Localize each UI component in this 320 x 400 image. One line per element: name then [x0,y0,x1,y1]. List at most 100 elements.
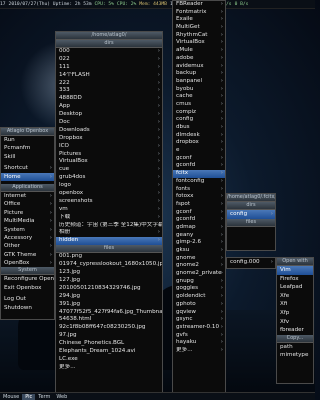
file-item[interactable]: 47077f52f5_427f94fa6.jpg_Thumbnail1.jpg [56,309,162,317]
directory-item[interactable]: cache [173,93,225,101]
directory-item[interactable]: gimp-2.6 [173,239,225,247]
directory-item[interactable]: gnome2 [173,262,225,270]
directory-item[interactable]: dlmdesk [173,132,225,140]
directory-item[interactable]: 000 [56,48,162,56]
directory-item[interactable]: cmus [173,101,225,109]
hidden-directories-item[interactable]: hidden [56,237,162,246]
directory-item[interactable]: 4888DD [56,95,162,103]
directory-item[interactable]: gphoto [173,301,225,309]
file-item[interactable]: 123.jpg [56,269,162,277]
directory-item[interactable]: 相册 [56,229,162,237]
directory-item[interactable]: Pictures [56,151,162,159]
file-item[interactable]: LC.exe [56,356,162,364]
directory-item[interactable]: Doc [56,119,162,127]
directory-item[interactable]: fcitx [173,170,225,178]
menu-item-skill[interactable]: Skill [1,153,54,161]
file-item[interactable]: 97.jpg [56,332,162,340]
menu-item-home[interactable]: Home [1,172,54,181]
directory-item[interactable]: MultiGet [173,24,225,32]
directory-item[interactable]: Desktop [56,111,162,119]
taskbar-item-mouse[interactable]: Mouse [0,394,22,400]
directory-item[interactable]: 历史频道：宇宙 (第三季 全12集)中文字幕 [56,222,162,230]
directory-item[interactable]: 下载 [56,214,162,222]
directory-item[interactable]: gnome [173,255,225,263]
directory-item[interactable]: gksu [173,247,225,255]
menu-item-picture[interactable]: Picture [1,209,54,217]
menu-item-exit-openbox[interactable]: Exit Openbox [1,284,54,292]
menu-item-run[interactable]: Run [1,136,54,144]
directory-item[interactable]: openbox [56,190,162,198]
file-item[interactable]: 001.png [56,253,162,261]
file-item[interactable]: 20100501210834329746.jpg [56,285,162,293]
open-with-xfi[interactable]: Xfi [277,300,313,309]
directory-item[interactable]: adobe [173,55,225,63]
directory-item[interactable]: RhythmCat [173,32,225,40]
file-item[interactable]: 391.jpg [56,301,162,309]
directory-item[interactable]: e [173,147,225,155]
directory-item[interactable]: grub4dos [56,174,162,182]
menu-item-pcmanfm[interactable]: Pcmanfm [1,144,54,152]
menu-item-openbox[interactable]: OpenBox [1,259,54,267]
menu-item-office[interactable]: Office [1,200,54,208]
directory-item[interactable]: dbus [173,124,225,132]
directory-item[interactable]: Dropbox [56,135,162,143]
file-item[interactable]: 294.jpg [56,293,162,301]
directory-item[interactable]: FBReader [173,1,225,9]
directory-item[interactable]: Fontmatrix [173,9,225,17]
taskbar-item-term[interactable]: Term [35,394,53,400]
open-with-vim[interactable]: Vim [277,266,313,275]
menu-item-shutdown[interactable]: Shutdown [1,304,54,312]
menu-item-reconfigure-openbox[interactable]: Reconfigure Openbox [1,275,54,283]
file-item[interactable]: 更多... [56,364,162,372]
menu-item-accessory[interactable]: Accessory [1,234,54,242]
directory-item[interactable]: compiz [173,109,225,117]
directory-item[interactable]: geany [173,232,225,240]
directory-item[interactable]: hayaku [173,339,225,347]
directory-item[interactable]: gconfd [173,216,225,224]
copy-path[interactable]: path [277,343,313,352]
file-item[interactable]: Chinese_Phonetics.BGL [56,340,162,348]
directory-item[interactable]: 022 [56,56,162,64]
directory-item[interactable]: avidemux [173,63,225,71]
directory-item[interactable]: gnome2_private [173,270,225,278]
directory-item[interactable]: gvfs [173,332,225,340]
file-item[interactable]: Elephants_Dream_1024.avi [56,348,162,356]
file-item[interactable]: 01974_cypresslookout_1680x1050.jpg [56,261,162,269]
directory-item[interactable]: 14个FLASH [56,72,162,80]
open-with-xfe[interactable]: Xfe [277,292,313,301]
open-with-xfp[interactable]: Xfp [277,309,313,318]
directory-item[interactable]: gconf [173,209,225,217]
directory-item[interactable]: gnupg [173,278,225,286]
menu-item-shortcut[interactable]: Shortcut [1,164,54,172]
directory-item[interactable]: banpanel [173,78,225,86]
menu-item-gtk-theme[interactable]: GTK Theme [1,251,54,259]
directory-item[interactable]: goggles [173,285,225,293]
open-with-fbreader[interactable]: fbreader [277,326,313,335]
directory-item[interactable]: App [56,103,162,111]
file-item[interactable]: 127.jpg [56,277,162,285]
directory-item[interactable]: backup [173,70,225,78]
taskbar-item-web[interactable]: Web [53,394,70,400]
menu-item-log-out[interactable]: Log Out [1,295,54,303]
open-with-firefox[interactable]: Firefox [277,275,313,284]
directory-item[interactable]: logo [56,182,162,190]
directory-item[interactable]: fonts [173,186,225,194]
menu-item-system[interactable]: System [1,226,54,234]
directory-item[interactable]: VirtualBox [173,39,225,47]
directory-item[interactable]: vm [56,206,162,214]
directory-item[interactable]: 333 [56,87,162,95]
directory-item[interactable]: Exaile [173,16,225,24]
file-item[interactable]: config.000 [227,258,275,267]
menu-item-internet[interactable]: Internet [1,192,54,200]
copy-mimetype[interactable]: mimetype [277,351,313,360]
file-item[interactable]: 92c1f8b08ff647c08230250.jpg [56,324,162,332]
directory-item[interactable]: goldendict [173,293,225,301]
open-with-leafpad[interactable]: Leafpad [277,283,313,292]
directory-item[interactable]: Downloads [56,127,162,135]
directory-item[interactable]: config [227,210,275,219]
taskbar-item-pic[interactable]: Pic [22,393,36,400]
directory-item[interactable]: gconfd [173,162,225,170]
directory-item[interactable]: fotoxx [173,193,225,201]
directory-item[interactable]: fontconfig [173,178,225,186]
directory-item[interactable]: 222 [56,80,162,88]
